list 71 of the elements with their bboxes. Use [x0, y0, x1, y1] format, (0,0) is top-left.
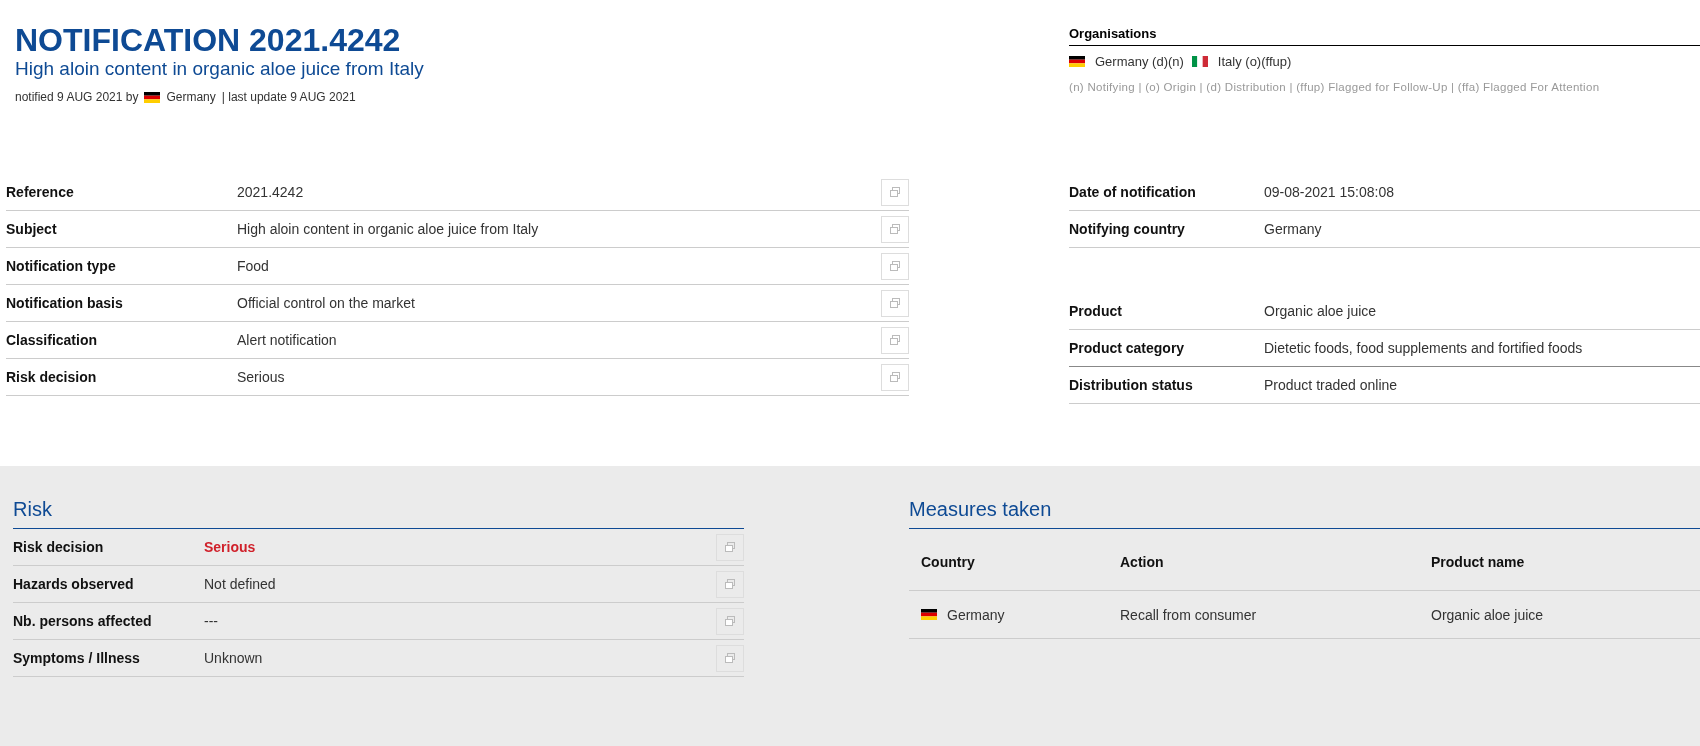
copy-icon [889, 223, 901, 235]
field-label: Notification type [6, 258, 117, 274]
field-label: Notification basis [6, 295, 124, 311]
field-value: Unknown [204, 650, 264, 666]
field-label: Risk decision [6, 369, 98, 385]
field-value: Serious [204, 539, 257, 555]
organisations-legend: (n) Notifying | (o) Origin | (d) Distribution | (ffup) Flagged for Follow-Up | (ffa) Flagged For Attention [1069, 81, 1700, 93]
copy-icon [889, 371, 901, 383]
organisation-label: Germany (d)(n) [1095, 54, 1184, 69]
field-label: Product [1069, 303, 1123, 319]
copy-icon [889, 334, 901, 346]
copy-button[interactable] [881, 363, 909, 391]
notified-text: notified 9 AUG 2021 by [15, 90, 139, 104]
field-label: Distribution status [1069, 377, 1194, 393]
measures-heading: Measures taken [909, 498, 1700, 529]
copy-icon [724, 541, 736, 553]
copy-icon [889, 297, 901, 309]
field-label: Reference [6, 184, 75, 200]
last-update-text: | last update 9 AUG 2021 [221, 90, 356, 104]
risk-heading: Risk [13, 498, 744, 529]
german-flag-icon [921, 609, 937, 620]
copy-button[interactable] [716, 533, 744, 561]
field-label: Classification [6, 332, 99, 348]
copy-icon [724, 652, 736, 664]
copy-button[interactable] [881, 289, 909, 317]
field-label: Hazards observed [13, 576, 135, 592]
field-label: Symptoms / Illness [13, 650, 141, 666]
notification-title: NOTIFICATION 2021.4242 [15, 22, 402, 58]
field-label: Date of notification [1069, 184, 1197, 200]
italian-flag-icon [1191, 56, 1208, 67]
field-value: Not defined [204, 576, 277, 592]
copy-button[interactable] [716, 607, 744, 635]
organisation-label: Italy (o)(ffup) [1217, 54, 1292, 69]
copy-button[interactable] [716, 644, 744, 672]
field-value: Food [237, 258, 270, 274]
table-cell: Recall from consumer [1120, 606, 1257, 623]
field-label: Subject [6, 221, 58, 237]
copy-icon [724, 615, 736, 627]
field-value: Alert notification [237, 332, 338, 348]
copy-icon [889, 260, 901, 272]
notified-country: Germany [166, 90, 216, 104]
column-header: Country [909, 529, 1108, 591]
field-value: Dietetic foods, food supplements and fortified foods [1264, 340, 1584, 356]
organisations-heading: Organisations [1069, 26, 1700, 46]
notification-subtitle: High aloin content in organic aloe juice from Italy [15, 58, 425, 80]
field-value: --- [204, 613, 219, 629]
field-value: Official control on the market [237, 295, 416, 311]
copy-button[interactable] [881, 252, 909, 280]
field-label: Notifying country [1069, 221, 1186, 237]
field-label: Risk decision [13, 539, 105, 555]
field-value: Product traded online [1264, 377, 1399, 393]
column-header: Action [1108, 529, 1419, 591]
field-value: Germany [1264, 221, 1323, 237]
german-flag-icon [1069, 56, 1085, 67]
field-label: Nb. persons affected [13, 613, 153, 629]
field-label: Product category [1069, 340, 1186, 356]
copy-icon [724, 578, 736, 590]
copy-button[interactable] [881, 178, 909, 206]
field-value: High aloin content in organic aloe juice from Italy [237, 221, 540, 237]
field-value: Serious [237, 369, 286, 385]
field-value: 2021.4242 [237, 184, 305, 200]
table-cell: Organic aloe juice [1431, 606, 1544, 623]
field-value: Organic aloe juice [1264, 303, 1378, 319]
german-flag-icon [144, 91, 161, 103]
field-value: 09-08-2021 15:08:08 [1264, 184, 1395, 200]
copy-button[interactable] [881, 215, 909, 243]
copy-icon [889, 186, 901, 198]
copy-button[interactable] [716, 570, 744, 598]
table-cell: Germany [947, 606, 1005, 623]
column-header: Product name [1419, 529, 1700, 591]
copy-button[interactable] [881, 326, 909, 354]
